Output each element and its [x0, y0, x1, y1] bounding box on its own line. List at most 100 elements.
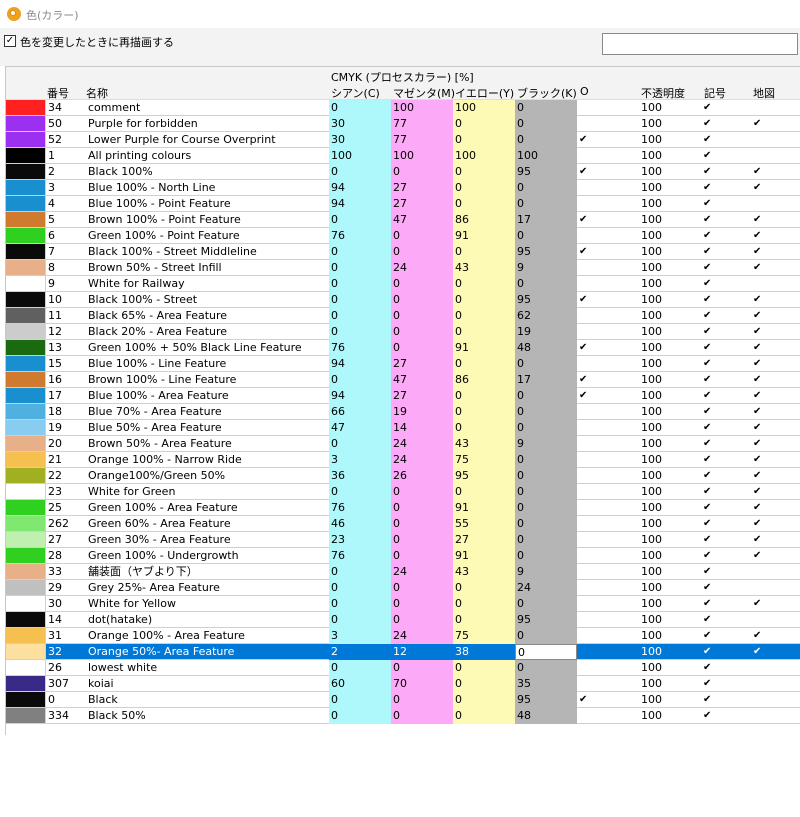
magenta-cell[interactable]: 100: [391, 100, 453, 116]
yellow-cell[interactable]: 0: [453, 708, 515, 724]
magenta-cell[interactable]: 19: [391, 404, 453, 420]
overprint-cell[interactable]: [577, 628, 639, 644]
color-swatch[interactable]: [6, 340, 46, 355]
magenta-cell[interactable]: 0: [391, 308, 453, 324]
magenta-cell[interactable]: 0: [391, 164, 453, 180]
symbol-cell[interactable]: ✔: [701, 116, 751, 132]
color-swatch[interactable]: [6, 436, 46, 451]
yellow-cell[interactable]: 27: [453, 532, 515, 548]
col-header-cyan[interactable]: シアン(C): [331, 85, 380, 101]
yellow-cell[interactable]: 43: [453, 436, 515, 452]
table-row[interactable]: 18 Blue 70% - Area Feature 66 19 0 0 100 ✔ ✔: [6, 404, 800, 420]
color-swatch[interactable]: [6, 372, 46, 387]
magenta-cell[interactable]: 12: [391, 644, 453, 660]
map-cell[interactable]: [751, 564, 800, 580]
color-swatch[interactable]: [6, 564, 46, 579]
opacity-cell[interactable]: 100: [639, 548, 701, 564]
overprint-cell[interactable]: [577, 324, 639, 340]
name-cell[interactable]: Blue 100% - Point Feature: [86, 196, 330, 212]
overprint-cell[interactable]: [577, 580, 639, 596]
yellow-cell[interactable]: 100: [453, 148, 515, 164]
opacity-cell[interactable]: 100: [639, 660, 701, 676]
num-cell[interactable]: 33: [46, 564, 86, 580]
black-cell[interactable]: 0: [515, 116, 577, 132]
opacity-cell[interactable]: 100: [639, 692, 701, 708]
name-cell[interactable]: All printing colours: [86, 148, 330, 164]
cyan-cell[interactable]: 36: [329, 468, 391, 484]
color-swatch[interactable]: [6, 132, 46, 147]
num-cell[interactable]: 262: [46, 516, 86, 532]
color-swatch[interactable]: [6, 228, 46, 243]
color-swatch[interactable]: [6, 308, 46, 323]
magenta-cell[interactable]: 0: [391, 228, 453, 244]
magenta-cell[interactable]: 27: [391, 180, 453, 196]
table-row[interactable]: 17 Blue 100% - Area Feature 94 27 0 0 ✔ 100 ✔ ✔: [6, 388, 800, 404]
yellow-cell[interactable]: 0: [453, 196, 515, 212]
num-cell[interactable]: 2: [46, 164, 86, 180]
black-cell[interactable]: 0: [515, 196, 577, 212]
table-row[interactable]: 2 Black 100% 0 0 0 95 ✔ 100 ✔ ✔: [6, 164, 800, 180]
overprint-cell[interactable]: [577, 148, 639, 164]
opacity-cell[interactable]: 100: [639, 372, 701, 388]
black-cell[interactable]: 0: [515, 132, 577, 148]
num-cell[interactable]: 25: [46, 500, 86, 516]
color-swatch[interactable]: [6, 260, 46, 275]
table-row[interactable]: 10 Black 100% - Street 0 0 0 95 ✔ 100 ✔ ✔: [6, 292, 800, 308]
name-cell[interactable]: Black 100% - Street: [86, 292, 330, 308]
overprint-cell[interactable]: [577, 612, 639, 628]
symbol-cell[interactable]: ✔: [701, 596, 751, 612]
map-cell[interactable]: [751, 692, 800, 708]
map-cell[interactable]: ✔: [751, 244, 800, 260]
magenta-cell[interactable]: 0: [391, 532, 453, 548]
black-cell[interactable]: 0: [515, 180, 577, 196]
name-cell[interactable]: Green 100% - Area Feature: [86, 500, 330, 516]
map-cell[interactable]: [751, 132, 800, 148]
yellow-cell[interactable]: 0: [453, 692, 515, 708]
table-row[interactable]: 26 lowest white 0 0 0 0 100 ✔: [6, 660, 800, 676]
yellow-cell[interactable]: 0: [453, 324, 515, 340]
opacity-cell[interactable]: 100: [639, 228, 701, 244]
symbol-cell[interactable]: ✔: [701, 436, 751, 452]
magenta-cell[interactable]: 0: [391, 580, 453, 596]
magenta-cell[interactable]: 0: [391, 340, 453, 356]
symbol-cell[interactable]: ✔: [701, 292, 751, 308]
black-cell[interactable]: 48: [515, 708, 577, 724]
yellow-cell[interactable]: 91: [453, 548, 515, 564]
num-cell[interactable]: 32: [46, 644, 86, 660]
color-swatch[interactable]: [6, 468, 46, 483]
cyan-cell[interactable]: 0: [329, 708, 391, 724]
yellow-cell[interactable]: 0: [453, 580, 515, 596]
opacity-cell[interactable]: 100: [639, 436, 701, 452]
map-cell[interactable]: ✔: [751, 340, 800, 356]
yellow-cell[interactable]: 91: [453, 500, 515, 516]
symbol-cell[interactable]: ✔: [701, 228, 751, 244]
opacity-cell[interactable]: 100: [639, 404, 701, 420]
table-row[interactable]: 7 Black 100% - Street Middleline 0 0 0 95 ✔ 100…: [6, 244, 800, 260]
name-cell[interactable]: Grey 25%- Area Feature: [86, 580, 330, 596]
black-cell[interactable]: 0: [515, 516, 577, 532]
black-cell[interactable]: 0: [515, 228, 577, 244]
name-cell[interactable]: Blue 70% - Area Feature: [86, 404, 330, 420]
overprint-cell[interactable]: ✔: [577, 388, 639, 404]
black-cell[interactable]: 95: [515, 292, 577, 308]
table-row[interactable]: 0 Black 0 0 0 95 ✔ 100 ✔: [6, 692, 800, 708]
num-cell[interactable]: 15: [46, 356, 86, 372]
name-cell[interactable]: Lower Purple for Course Overprint: [86, 132, 330, 148]
table-row[interactable]: 262 Green 60% - Area Feature 46 0 55 0 100 ✔ ✔: [6, 516, 800, 532]
color-swatch[interactable]: [6, 420, 46, 435]
magenta-cell[interactable]: 27: [391, 356, 453, 372]
color-swatch[interactable]: [6, 116, 46, 131]
color-swatch[interactable]: [6, 100, 46, 115]
yellow-cell[interactable]: 43: [453, 260, 515, 276]
black-cell[interactable]: 9: [515, 564, 577, 580]
num-cell[interactable]: 4: [46, 196, 86, 212]
cyan-cell[interactable]: 94: [329, 180, 391, 196]
num-cell[interactable]: 26: [46, 660, 86, 676]
black-cell[interactable]: 0: [515, 276, 577, 292]
col-header-magenta[interactable]: マゼンタ(M): [393, 85, 455, 101]
yellow-cell[interactable]: 100: [453, 100, 515, 116]
yellow-cell[interactable]: 0: [453, 676, 515, 692]
opacity-cell[interactable]: 100: [639, 388, 701, 404]
black-cell[interactable]: 0: [515, 660, 577, 676]
num-cell[interactable]: 307: [46, 676, 86, 692]
